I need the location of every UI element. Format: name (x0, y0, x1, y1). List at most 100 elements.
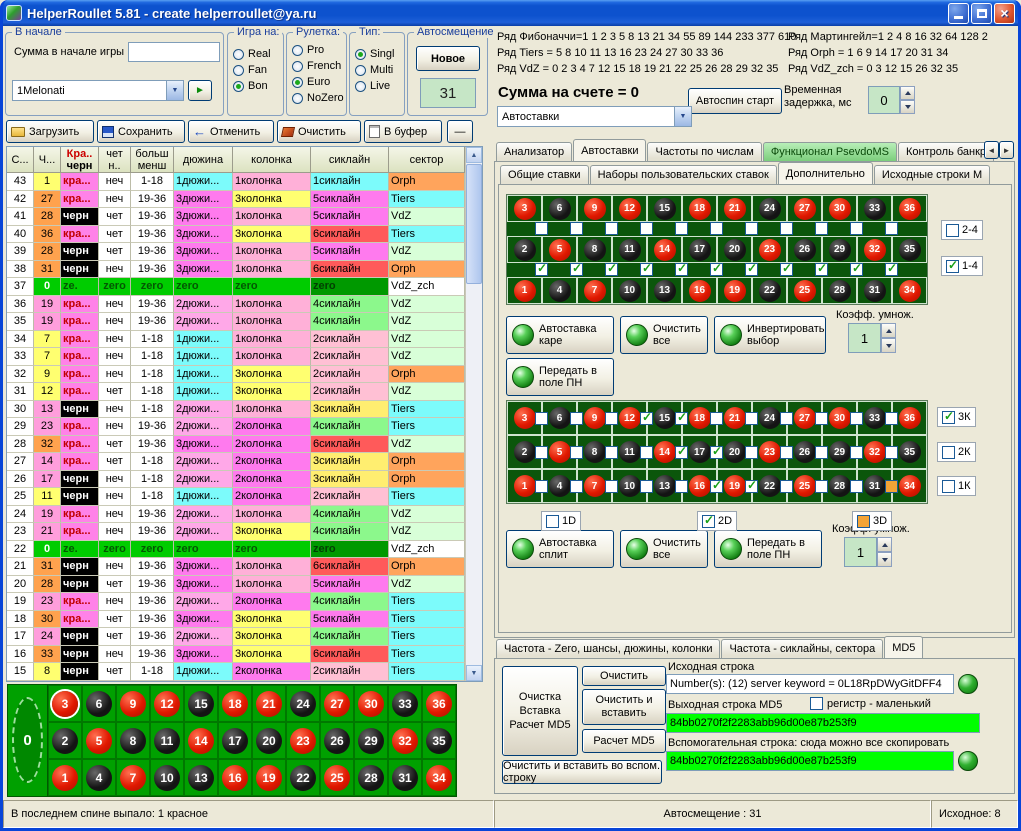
bet-number-32[interactable]: 32 (864, 239, 886, 261)
corner-checkbox[interactable] (745, 222, 758, 235)
bet-number-29[interactable]: 29 (829, 239, 851, 261)
table-row[interactable]: 2028чернчет19-363дюжи...1колонка5сиклайн… (7, 576, 465, 594)
bet-number-15[interactable]: 15 (654, 407, 676, 429)
radio-multi[interactable]: Multi (355, 63, 404, 77)
column-header[interactable]: четн.. (99, 147, 131, 173)
preset-combo[interactable]: 1Melonati ▼ (12, 80, 184, 101)
transfer-corner-button[interactable]: Передать в поле ПН (506, 358, 614, 396)
layout-number-14[interactable]: 14 (184, 722, 218, 759)
bet-number-3[interactable]: 3 (514, 407, 536, 429)
table-row[interactable]: 2511черннеч1-181дюжи...2колонка2сиклайнT… (7, 488, 465, 506)
bet-number-11[interactable]: 11 (619, 239, 641, 261)
bet-number-23[interactable]: 23 (759, 239, 781, 261)
split-checkbox[interactable] (535, 412, 548, 425)
tab-left-icon[interactable]: ◄ (984, 141, 999, 159)
table-row[interactable]: 3013черннеч1-182дюжи...1колонка3сиклайнT… (7, 401, 465, 419)
radio-french[interactable]: French (292, 59, 346, 73)
layout-number-15[interactable]: 15 (184, 685, 218, 722)
layout-number-27[interactable]: 27 (320, 685, 354, 722)
corner-checkbox[interactable] (675, 263, 688, 276)
minimize-button[interactable] (948, 3, 969, 24)
table-row[interactable]: 3519кра...неч19-362дюжи...1колонка4сикла… (7, 313, 465, 331)
column-header[interactable]: большменш (131, 147, 174, 173)
split-checkbox[interactable] (885, 480, 898, 493)
layout-number-9[interactable]: 9 (116, 685, 150, 722)
md5-clear-aux-button[interactable]: Очистить и вставить во вспом. строку (502, 760, 662, 784)
spin-up-icon[interactable] (900, 86, 915, 100)
tab-частота-zero-шансы-дюжины-колонки[interactable]: Частота - Zero, шансы, дюжины, колонки (496, 639, 720, 658)
bet-number-29[interactable]: 29 (829, 441, 851, 463)
corner-checkbox[interactable] (780, 222, 793, 235)
layout-number-6[interactable]: 6 (82, 685, 116, 722)
corner-checkbox[interactable] (885, 263, 898, 276)
bet-number-4[interactable]: 4 (549, 280, 571, 302)
table-row[interactable]: 347кра...неч1-181дюжи...1колонка2сиклайн… (7, 331, 465, 349)
bet-number-9[interactable]: 9 (584, 198, 606, 220)
split-checkbox[interactable] (605, 412, 618, 425)
split-checkbox[interactable] (780, 480, 793, 493)
md5-big-button[interactable]: Очистка Вставка Расчет MD5 (502, 666, 578, 756)
bet-number-4[interactable]: 4 (549, 475, 571, 497)
green-ball-button[interactable] (958, 674, 978, 694)
layout-number-12[interactable]: 12 (150, 685, 184, 722)
scrollbar[interactable]: ▲ ▼ (465, 147, 482, 681)
table-row[interactable]: 2714кра...чет1-182дюжи...2колонка3сиклай… (7, 453, 465, 471)
spin-down-icon[interactable] (881, 338, 896, 353)
delay-spinner[interactable]: 0 (868, 86, 915, 114)
corner-checkbox[interactable] (535, 222, 548, 235)
split-checkbox[interactable] (535, 446, 548, 459)
radio-singl[interactable]: Singl (355, 47, 404, 61)
bet-number-26[interactable]: 26 (794, 239, 816, 261)
md5-calc-button[interactable]: Расчет MD5 (582, 729, 666, 753)
split-checkbox[interactable] (745, 480, 758, 493)
bet-number-8[interactable]: 8 (584, 239, 606, 261)
tab-исходные-строки-м[interactable]: Исходные строки М (874, 165, 990, 184)
table-row[interactable]: 4227кра...неч19-363дюжи...3колонка5сикла… (7, 191, 465, 209)
bet-number-15[interactable]: 15 (654, 198, 676, 220)
split-checkbox[interactable] (640, 480, 653, 493)
layout-number-2[interactable]: 2 (48, 722, 82, 759)
split-checkbox[interactable] (605, 446, 618, 459)
clear-all-split-button[interactable]: Очистить все (620, 530, 708, 568)
split-checkbox[interactable] (710, 446, 723, 459)
bet-number-5[interactable]: 5 (549, 441, 571, 463)
table-row[interactable]: 1830кра...чет19-363дюжи...3колонка5сикла… (7, 611, 465, 629)
radio-pro[interactable]: Pro (292, 43, 346, 57)
layout-number-1[interactable]: 1 (48, 759, 82, 796)
chevron-down-icon[interactable]: ▼ (166, 81, 183, 100)
bet-number-35[interactable]: 35 (899, 239, 921, 261)
layout-number-23[interactable]: 23 (286, 722, 320, 759)
table-row[interactable]: 1633черннеч19-363дюжи...3колонка6сиклайн… (7, 646, 465, 664)
green-ball-button[interactable] (958, 751, 978, 771)
layout-number-4[interactable]: 4 (82, 759, 116, 796)
table-row[interactable]: 329кра...неч1-181дюжи...3колонка2сиклайн… (7, 366, 465, 384)
bet-number-16[interactable]: 16 (689, 280, 711, 302)
bet-number-3[interactable]: 3 (514, 198, 536, 220)
start-sum-input[interactable] (128, 42, 220, 62)
bet-number-10[interactable]: 10 (619, 475, 641, 497)
bet-number-7[interactable]: 7 (584, 475, 606, 497)
bet-number-10[interactable]: 10 (619, 280, 641, 302)
corner-checkbox[interactable] (675, 222, 688, 235)
table-row[interactable]: 4128чернчет19-363дюжи...1колонка5сиклайн… (7, 208, 465, 226)
column-header[interactable]: сектор (389, 147, 465, 173)
bet-number-25[interactable]: 25 (794, 475, 816, 497)
md5-clear-paste-button[interactable]: Очистить и вставить (582, 689, 666, 725)
layout-number-19[interactable]: 19 (252, 759, 286, 796)
table-row[interactable]: 2131черннеч19-363дюжи...1колонка6сиклайн… (7, 558, 465, 576)
split-checkbox[interactable] (745, 412, 758, 425)
table-row[interactable]: 1724чернчет19-362дюжи...3колонка4сиклайн… (7, 628, 465, 646)
bet-number-28[interactable]: 28 (829, 475, 851, 497)
new-button[interactable]: Новое (416, 46, 480, 71)
corner-checkbox[interactable] (710, 222, 723, 235)
bet-number-32[interactable]: 32 (864, 441, 886, 463)
table-row[interactable]: 3928чернчет19-363дюжи...1колонка5сиклайн… (7, 243, 465, 261)
bet-number-11[interactable]: 11 (619, 441, 641, 463)
bet-number-28[interactable]: 28 (829, 280, 851, 302)
layout-number-25[interactable]: 25 (320, 759, 354, 796)
bet-number-14[interactable]: 14 (654, 441, 676, 463)
split-checkbox[interactable] (675, 446, 688, 459)
column-header[interactable]: дюжина (174, 147, 233, 173)
spin-up-icon[interactable] (881, 323, 896, 338)
toolbar-undo-button[interactable]: ←Отменить (188, 120, 274, 143)
